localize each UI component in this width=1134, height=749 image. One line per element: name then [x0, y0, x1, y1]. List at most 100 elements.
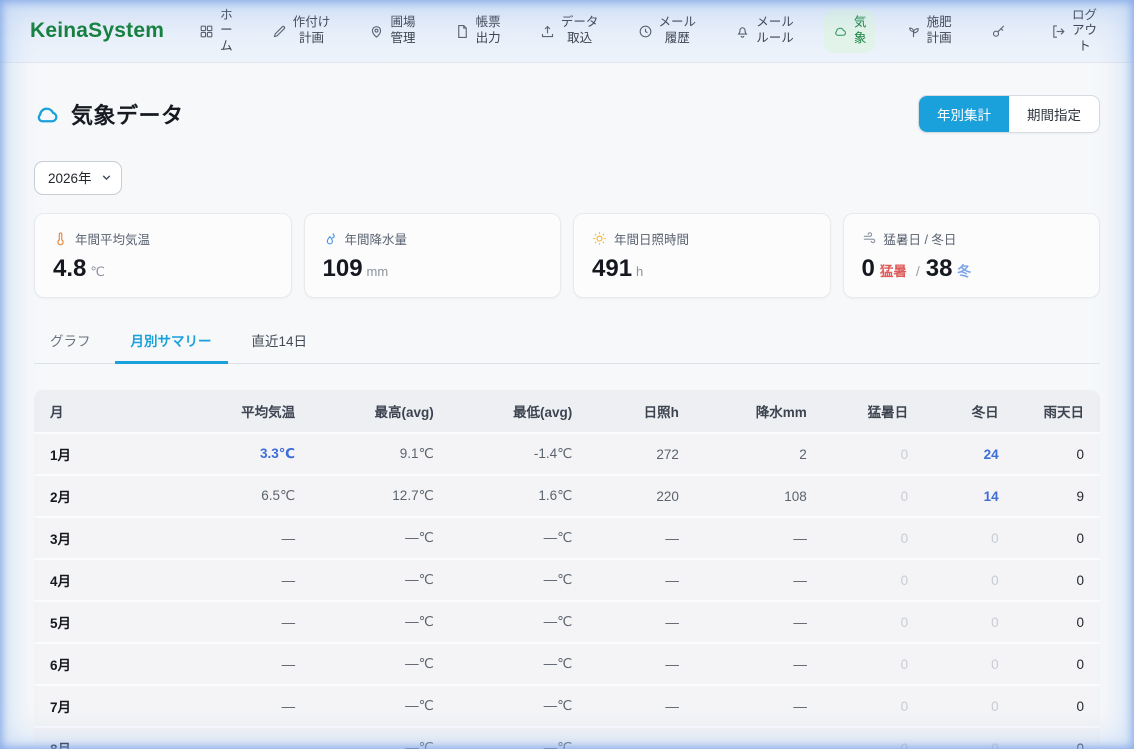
value-cell: — [695, 601, 823, 643]
wind-icon [862, 231, 877, 246]
value-cell: —℃ [311, 559, 450, 601]
separator: / [916, 263, 920, 279]
value-cell: —℃ [311, 517, 450, 559]
nav-label: データ 取込 [561, 15, 599, 46]
value-cell: 24 [924, 433, 1015, 475]
value-cell: —℃ [311, 601, 450, 643]
nav-label: メール 履歴 [659, 15, 697, 46]
hot-days-label: 猛暑 [880, 264, 907, 279]
value-cell: 0 [823, 517, 924, 559]
stat-unit: ℃ [90, 264, 105, 279]
view-tabs: グラフ 月別サマリー 直近14日 [34, 322, 1100, 364]
bell-icon [735, 24, 750, 39]
table-header-row: 月 平均気温 最高(avg) 最低(avg) 日照h 降水mm 猛暑日 冬日 雨… [34, 390, 1100, 433]
tab-recent-14days[interactable]: 直近14日 [236, 322, 324, 364]
table-row: 3月——℃—℃——000 [34, 517, 1100, 559]
year-select[interactable]: 2026年 [34, 161, 122, 195]
value-cell: —℃ [450, 559, 589, 601]
table-row: 5月——℃—℃——000 [34, 601, 1100, 643]
value-cell: — [173, 727, 312, 749]
thermometer-icon [53, 231, 68, 246]
nav-item-password-key[interactable] [982, 18, 1021, 45]
history-icon [638, 24, 653, 39]
value-cell: — [588, 727, 695, 749]
value-cell: 9.1℃ [311, 433, 450, 475]
month-cell: 2月 [34, 475, 173, 517]
value-cell: 220 [588, 475, 695, 517]
tab-monthly-summary[interactable]: 月別サマリー [115, 322, 228, 364]
value-cell: —℃ [311, 727, 450, 749]
value-cell: 0 [823, 433, 924, 475]
value-cell: — [588, 517, 695, 559]
value-cell: — [173, 685, 312, 727]
nav-label: ログ アウ ト [1072, 8, 1097, 55]
col-header-avg-temp: 平均気温 [173, 390, 312, 433]
weather-page: 気象データ 年別集計 期間指定 2026年 年間平均気温 4.8℃ 年間降水量 … [0, 63, 1134, 749]
nav-item-mail-history[interactable]: メール 履歴 [629, 9, 706, 52]
value-cell: 0 [1015, 433, 1100, 475]
nav-item-field-management[interactable]: 圃場 管理 [360, 9, 424, 52]
col-header-hot-days: 猛暑日 [823, 390, 924, 433]
cloud-title-icon [34, 101, 61, 128]
stat-card-avg-temp: 年間平均気温 4.8℃ [34, 213, 292, 298]
droplets-icon [323, 231, 338, 246]
value-cell: 0 [823, 685, 924, 727]
value-cell: — [588, 559, 695, 601]
value-cell: 0 [924, 601, 1015, 643]
value-cell: — [695, 559, 823, 601]
nav-item-home[interactable]: ホ ー ム [190, 2, 242, 61]
value-cell: 6.5℃ [173, 475, 312, 517]
nav-item-data-import[interactable]: データ 取込 [531, 9, 608, 52]
brand-logo[interactable]: KeinaSystem [30, 19, 164, 43]
month-cell: 3月 [34, 517, 173, 559]
page-title: 気象データ [71, 98, 184, 130]
upload-icon [540, 24, 555, 39]
value-cell: —℃ [450, 727, 589, 749]
map-pin-icon [369, 24, 384, 39]
stat-label: 年間日照時間 [614, 229, 689, 248]
grid-icon [199, 24, 214, 39]
nav-item-fertilizer-plan[interactable]: 施肥 計画 [897, 9, 961, 52]
month-cell: 7月 [34, 685, 173, 727]
nav-label: ホ ー ム [220, 8, 233, 55]
weather-table-body: 1月3.3℃9.1℃-1.4℃272202402月6.5℃12.7℃1.6℃22… [34, 433, 1100, 749]
col-header-month: 月 [34, 390, 173, 433]
yearly-aggregation-button[interactable]: 年別集計 [919, 96, 1009, 132]
nav-item-logout[interactable]: ログ アウ ト [1042, 2, 1106, 61]
stat-card-rainfall: 年間降水量 109mm [304, 213, 562, 298]
cloud-icon [833, 24, 848, 39]
winter-days-value: 38 [926, 255, 953, 282]
value-cell: 2 [695, 433, 823, 475]
nav-item-planting-plan[interactable]: 作付け 計画 [263, 9, 340, 52]
value-cell: 0 [1015, 559, 1100, 601]
value-cell: 0 [1015, 601, 1100, 643]
value-cell: 0 [823, 559, 924, 601]
value-cell: — [588, 601, 695, 643]
stat-label: 猛暑日 / 冬日 [884, 229, 957, 248]
nav-item-mail-rules[interactable]: メール ルール [726, 9, 803, 52]
nav-item-weather[interactable]: 気 象 [824, 9, 876, 52]
nav-label: 帳票 出力 [476, 15, 501, 46]
month-cell: 5月 [34, 601, 173, 643]
nav-item-report-output[interactable]: 帳票 出力 [446, 9, 510, 52]
stat-value: 491 [592, 255, 632, 282]
value-cell: — [695, 517, 823, 559]
key-icon [991, 24, 1006, 39]
col-header-max-avg: 最高(avg) [311, 390, 450, 433]
stat-value: 4.8 [53, 255, 86, 282]
tab-graph[interactable]: グラフ [34, 322, 107, 364]
value-cell: — [173, 559, 312, 601]
stat-cards: 年間平均気温 4.8℃ 年間降水量 109mm 年間日照時間 491h 猛暑日 … [34, 213, 1100, 298]
month-cell: 1月 [34, 433, 173, 475]
nav-label: メール ルール [756, 15, 794, 46]
value-cell: —℃ [450, 685, 589, 727]
value-cell: 0 [1015, 643, 1100, 685]
table-row: 2月6.5℃12.7℃1.6℃2201080149 [34, 475, 1100, 517]
value-cell: — [588, 643, 695, 685]
pen-icon [272, 24, 287, 39]
stat-label: 年間降水量 [345, 229, 408, 248]
period-select-button[interactable]: 期間指定 [1009, 96, 1099, 132]
nav-label: 圃場 管理 [390, 15, 415, 46]
stat-value: 109 [323, 255, 363, 282]
value-cell: — [695, 685, 823, 727]
